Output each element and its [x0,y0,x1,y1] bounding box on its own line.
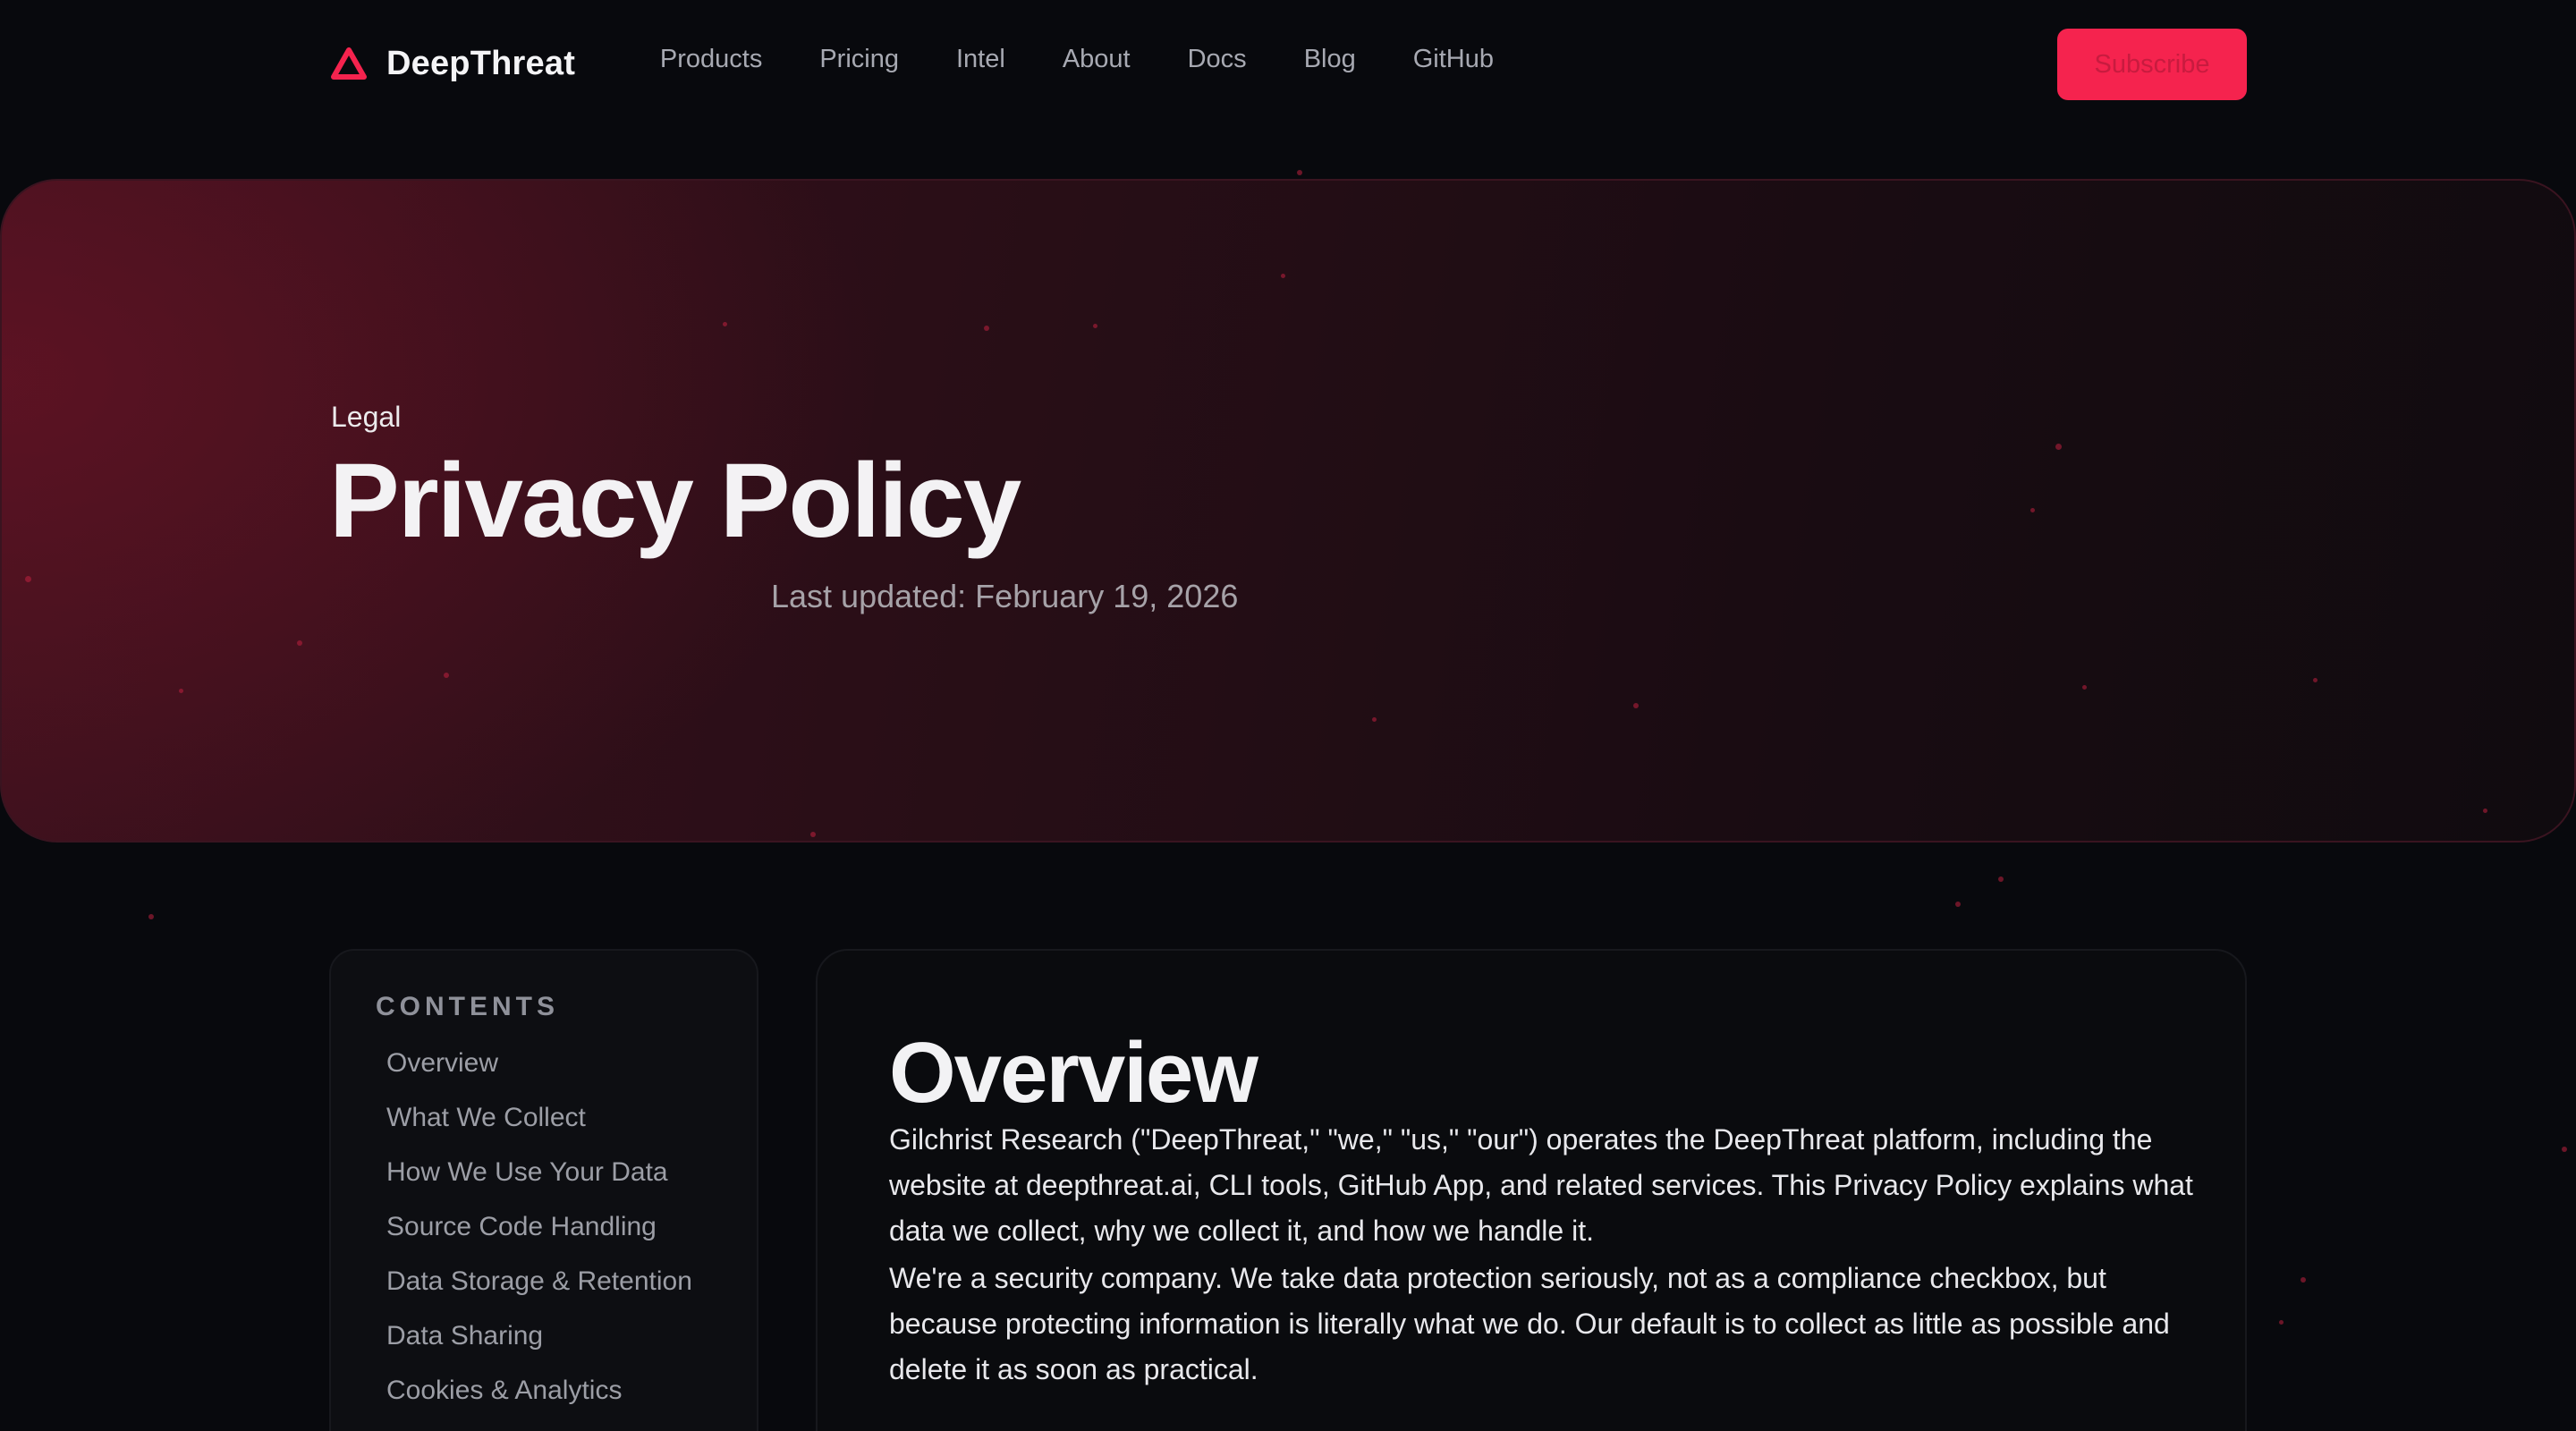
particle [25,576,31,582]
nav-link-blog[interactable]: Blog [1304,45,1356,74]
particle [444,673,449,678]
particle [723,322,727,326]
toc-item-overview[interactable]: Overview [386,1047,692,1102]
section-title-overview: Overview [889,1025,1258,1121]
page: DeepThreat Products Pricing Intel About … [0,0,2576,1431]
nav-link-github[interactable]: GitHub [1413,45,1494,74]
particle [1297,170,1302,175]
particle [1998,876,2004,882]
particle [810,832,816,837]
toc-heading: CONTENTS [376,992,559,1021]
nav-link-products[interactable]: Products [660,45,762,74]
particle [2082,685,2087,690]
top-nav: DeepThreat Products Pricing Intel About … [0,0,2576,127]
particle [2483,809,2487,813]
table-of-contents: CONTENTS Overview What We Collect How We… [329,949,758,1431]
brand-name: DeepThreat [386,44,576,82]
particle [1093,324,1097,328]
particle [2313,678,2318,682]
toc-item-data-storage-retention[interactable]: Data Storage & Retention [386,1266,692,1320]
particle [148,914,154,919]
particle [984,326,989,331]
toc-list: Overview What We Collect How We Use Your… [386,1047,692,1429]
nav-link-about[interactable]: About [1063,45,1131,74]
nav-link-pricing[interactable]: Pricing [819,45,899,74]
nav-link-docs[interactable]: Docs [1188,45,1247,74]
last-updated-text: Last updated: February 19, 2026 [771,578,1239,614]
particle [2562,1147,2567,1152]
subscribe-button[interactable]: Subscribe [2057,29,2247,100]
page-title: Privacy Policy [329,442,1021,560]
particle [1955,902,1961,907]
hero-banner: Legal Privacy Policy Last updated: Febru… [0,179,2576,843]
toc-item-what-we-collect[interactable]: What We Collect [386,1102,692,1156]
toc-item-source-code-handling[interactable]: Source Code Handling [386,1211,692,1266]
particle [297,640,302,646]
overview-paragraph-1: Gilchrist Research ("DeepThreat," "we," … [889,1123,2193,1247]
particle [2301,1277,2306,1283]
particle [1633,703,1639,708]
particle [2030,508,2035,512]
overview-paragraph-2: We're a security company. We take data p… [889,1262,2170,1385]
particle [179,689,183,693]
particle [1372,717,1377,722]
nav-link-intel[interactable]: Intel [956,45,1005,74]
hero-eyebrow: Legal [331,401,402,433]
particle [2279,1320,2284,1325]
triangle-logo-icon [331,47,367,80]
toc-item-cookies-analytics[interactable]: Cookies & Analytics [386,1375,692,1429]
particle [1281,274,1285,278]
brand-logo-link[interactable]: DeepThreat [331,41,575,86]
policy-content-card: Overview Gilchrist Research ("DeepThreat… [816,949,2247,1431]
particle [2055,444,2062,450]
toc-item-data-sharing[interactable]: Data Sharing [386,1320,692,1375]
toc-item-how-we-use-your-data[interactable]: How We Use Your Data [386,1156,692,1211]
nav-links: Products Pricing Intel About Docs Blog G… [660,45,1494,74]
